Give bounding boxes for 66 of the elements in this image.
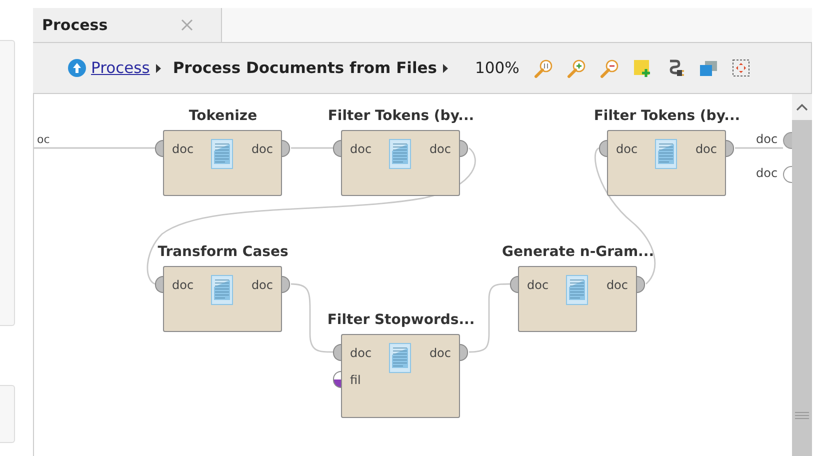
input-port[interactable] — [510, 276, 518, 293]
output-port[interactable] — [726, 140, 734, 157]
document-icon — [211, 139, 233, 169]
layers-icon[interactable] — [699, 58, 718, 78]
operator-box[interactable]: doc doc — [341, 130, 460, 196]
input-port[interactable] — [155, 276, 163, 293]
document-icon — [389, 139, 411, 169]
triangle-icon[interactable] — [156, 64, 161, 72]
operator-box[interactable]: doc doc — [163, 130, 282, 196]
port-label: doc — [350, 345, 372, 361]
operator-box[interactable]: doc doc — [163, 266, 282, 332]
connector — [735, 147, 783, 149]
port-label: doc — [695, 141, 717, 157]
port-label: doc — [527, 277, 549, 293]
zoom-out-icon[interactable] — [600, 58, 620, 78]
fit-view-icon[interactable] — [732, 58, 752, 78]
port-label: doc — [606, 277, 628, 293]
operator-box[interactable]: doc fil doc — [341, 334, 460, 418]
output-port[interactable] — [637, 276, 645, 293]
chevron-up-icon[interactable] — [796, 103, 808, 111]
input-port[interactable] — [155, 140, 163, 157]
port-label: doc — [756, 166, 778, 180]
grip-icon[interactable] — [795, 412, 809, 419]
port-label: doc — [251, 277, 273, 293]
operator-title: Filter Tokens (by... — [594, 108, 740, 124]
port-label: doc — [756, 132, 778, 146]
operator-title: Transform Cases — [158, 244, 288, 260]
output-port[interactable] — [282, 276, 290, 293]
port-label: doc — [350, 141, 372, 157]
port-label: doc — [616, 141, 638, 157]
input-port[interactable] — [333, 344, 341, 361]
breadcrumb-current: Process Documents from Files — [172, 59, 438, 77]
port-label: doc — [172, 277, 194, 293]
output-port[interactable] — [460, 140, 468, 157]
zoom-level: 100% — [475, 59, 520, 77]
input-port[interactable] — [599, 140, 607, 157]
document-icon — [389, 343, 411, 373]
operator-box[interactable]: doc doc — [518, 266, 637, 332]
scroll-up-button[interactable] — [792, 94, 812, 120]
process-tab[interactable]: Process — [33, 8, 222, 42]
zoom-in-icon[interactable] — [567, 58, 586, 78]
operator-title: Filter Tokens (by... — [328, 108, 474, 124]
document-icon — [655, 139, 677, 169]
breadcrumb-link[interactable]: Process — [91, 59, 150, 77]
port-label: oc — [37, 133, 50, 146]
output-port[interactable] — [460, 344, 468, 361]
output-port[interactable] — [783, 132, 792, 149]
operator-title: Tokenize — [188, 108, 258, 124]
port-label: doc — [172, 141, 194, 157]
input-port[interactable] — [333, 371, 341, 388]
note-add-icon[interactable] — [633, 58, 652, 78]
port-label: doc — [429, 345, 451, 361]
port-label: doc — [429, 141, 451, 157]
operator-title: Filter Stopwords... — [327, 312, 475, 328]
port-label: doc — [251, 141, 273, 157]
document-icon — [566, 275, 588, 305]
output-port[interactable] — [282, 140, 290, 157]
triangle-icon[interactable] — [443, 64, 448, 72]
output-port[interactable] — [783, 166, 792, 183]
port-label: fil — [350, 372, 361, 388]
operator-box[interactable]: doc doc — [607, 130, 726, 196]
input-port[interactable] — [333, 140, 341, 157]
document-icon — [211, 275, 233, 305]
close-icon[interactable] — [181, 19, 193, 31]
zoom-reset-icon[interactable] — [534, 58, 554, 78]
operator-title: Generate n-Gram... — [502, 244, 654, 260]
